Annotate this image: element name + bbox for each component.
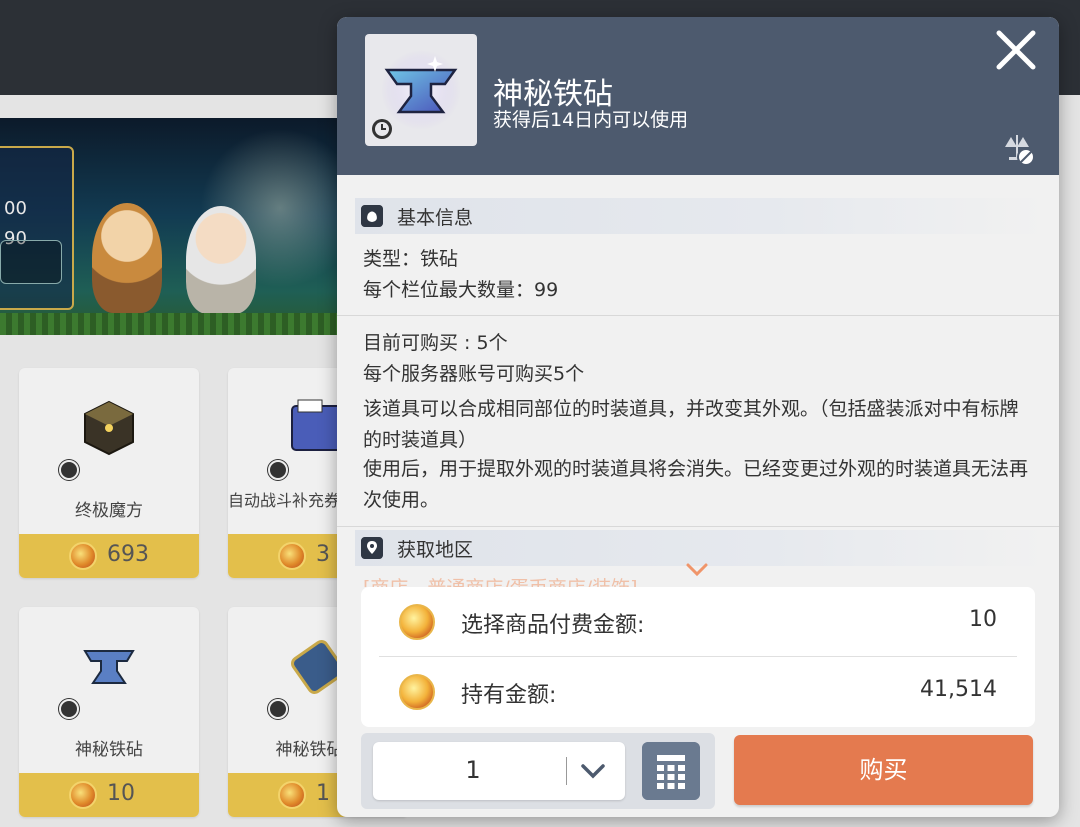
clock-icon xyxy=(372,119,392,139)
card-price: 3 xyxy=(316,542,330,567)
selected-amount-row: 选择商品付费金额: 10 xyxy=(361,587,1035,657)
coin-icon xyxy=(69,781,97,809)
item-image-frame xyxy=(365,34,477,146)
item-type: 类型：铁砧 xyxy=(363,248,459,270)
card-price: 693 xyxy=(107,542,149,567)
clock-icon xyxy=(268,699,288,719)
card-name: 终极魔方 xyxy=(75,501,143,521)
banner-number-1: 00 xyxy=(4,198,27,219)
buy-button[interactable]: 购买 xyxy=(734,735,1033,805)
card-price-bar: 693 xyxy=(19,534,199,578)
coin-icon xyxy=(69,542,97,570)
modal-header: 神秘铁砧 获得后14日内可以使用 xyxy=(337,17,1059,175)
divider xyxy=(566,757,567,785)
coin-icon xyxy=(278,781,306,809)
trade-restricted-icon xyxy=(1005,135,1035,166)
item-usage-note: 使用后，用于提取外观的时装道具将会消失。已经变更过外观的时装道具无法再次使用。 xyxy=(363,458,1029,511)
item-subtitle: 获得后14日内可以使用 xyxy=(493,109,689,131)
banner-info-box: 00 90 xyxy=(0,146,74,310)
clock-icon xyxy=(268,460,288,480)
purchase-limit: 目前可购买 : 5个 xyxy=(363,332,508,354)
banner-button[interactable] xyxy=(0,240,62,284)
section-title: 获取地区 xyxy=(397,539,474,561)
card-price-bar: 10 xyxy=(19,773,199,817)
holding-amount-row: 持有金额: 41,514 xyxy=(361,657,1035,727)
chevron-down-icon[interactable] xyxy=(579,760,607,782)
acquire-location[interactable]: [商店 - 普通商店/蛋币商店/装饰] xyxy=(363,573,638,587)
selected-amount-label: 选择商品付费金额: xyxy=(461,613,645,638)
close-icon[interactable] xyxy=(991,25,1041,75)
card-name: 神秘铁砧 xyxy=(75,740,143,760)
holding-amount-value: 41,514 xyxy=(920,677,997,702)
banner-character-1 xyxy=(92,203,162,313)
acquire-header: 获取地区 xyxy=(355,530,1045,566)
coin-icon xyxy=(399,674,435,710)
item-detail-modal: 神秘铁砧 获得后14日内可以使用 基本信息 类型：铁砧 每个栏位最大数量：99 … xyxy=(337,17,1059,817)
cube-icon xyxy=(84,400,134,456)
calculator-icon[interactable] xyxy=(642,742,700,800)
section-title: 基本信息 xyxy=(397,207,474,229)
chevron-down-icon[interactable] xyxy=(685,562,709,578)
quantity-area: 1 xyxy=(361,733,715,809)
bag-icon xyxy=(361,205,383,227)
holding-amount-label: 持有金额: xyxy=(461,683,557,708)
account-limit: 每个服务器账号可购买5个 xyxy=(363,363,585,385)
clock-icon xyxy=(59,699,79,719)
divider xyxy=(337,526,1059,527)
card-price: 1 xyxy=(316,781,330,806)
anvil-icon xyxy=(83,650,135,684)
coin-icon xyxy=(399,604,435,640)
shop-card[interactable]: 终极魔方 693 xyxy=(19,368,199,578)
card-price: 10 xyxy=(107,781,135,806)
banner-character-2 xyxy=(186,206,256,314)
quantity-select[interactable]: 1 xyxy=(373,742,625,800)
selected-amount-value: 10 xyxy=(969,607,997,632)
item-description: 该道具可以合成相同部位的时装道具，并改变其外观。（包括盛装派对中有标牌的时装道具… xyxy=(363,398,1019,451)
coin-icon xyxy=(278,542,306,570)
shop-card[interactable]: 神秘铁砧 10 xyxy=(19,607,199,817)
item-max-stack: 每个栏位最大数量：99 xyxy=(363,279,559,301)
quantity-value: 1 xyxy=(465,756,481,784)
location-pin-icon xyxy=(361,537,383,559)
divider xyxy=(337,315,1059,316)
basic-info-header: 基本信息 xyxy=(355,198,1045,234)
clock-icon xyxy=(59,460,79,480)
payment-summary: 选择商品付费金额: 10 持有金额: 41,514 xyxy=(361,587,1035,727)
